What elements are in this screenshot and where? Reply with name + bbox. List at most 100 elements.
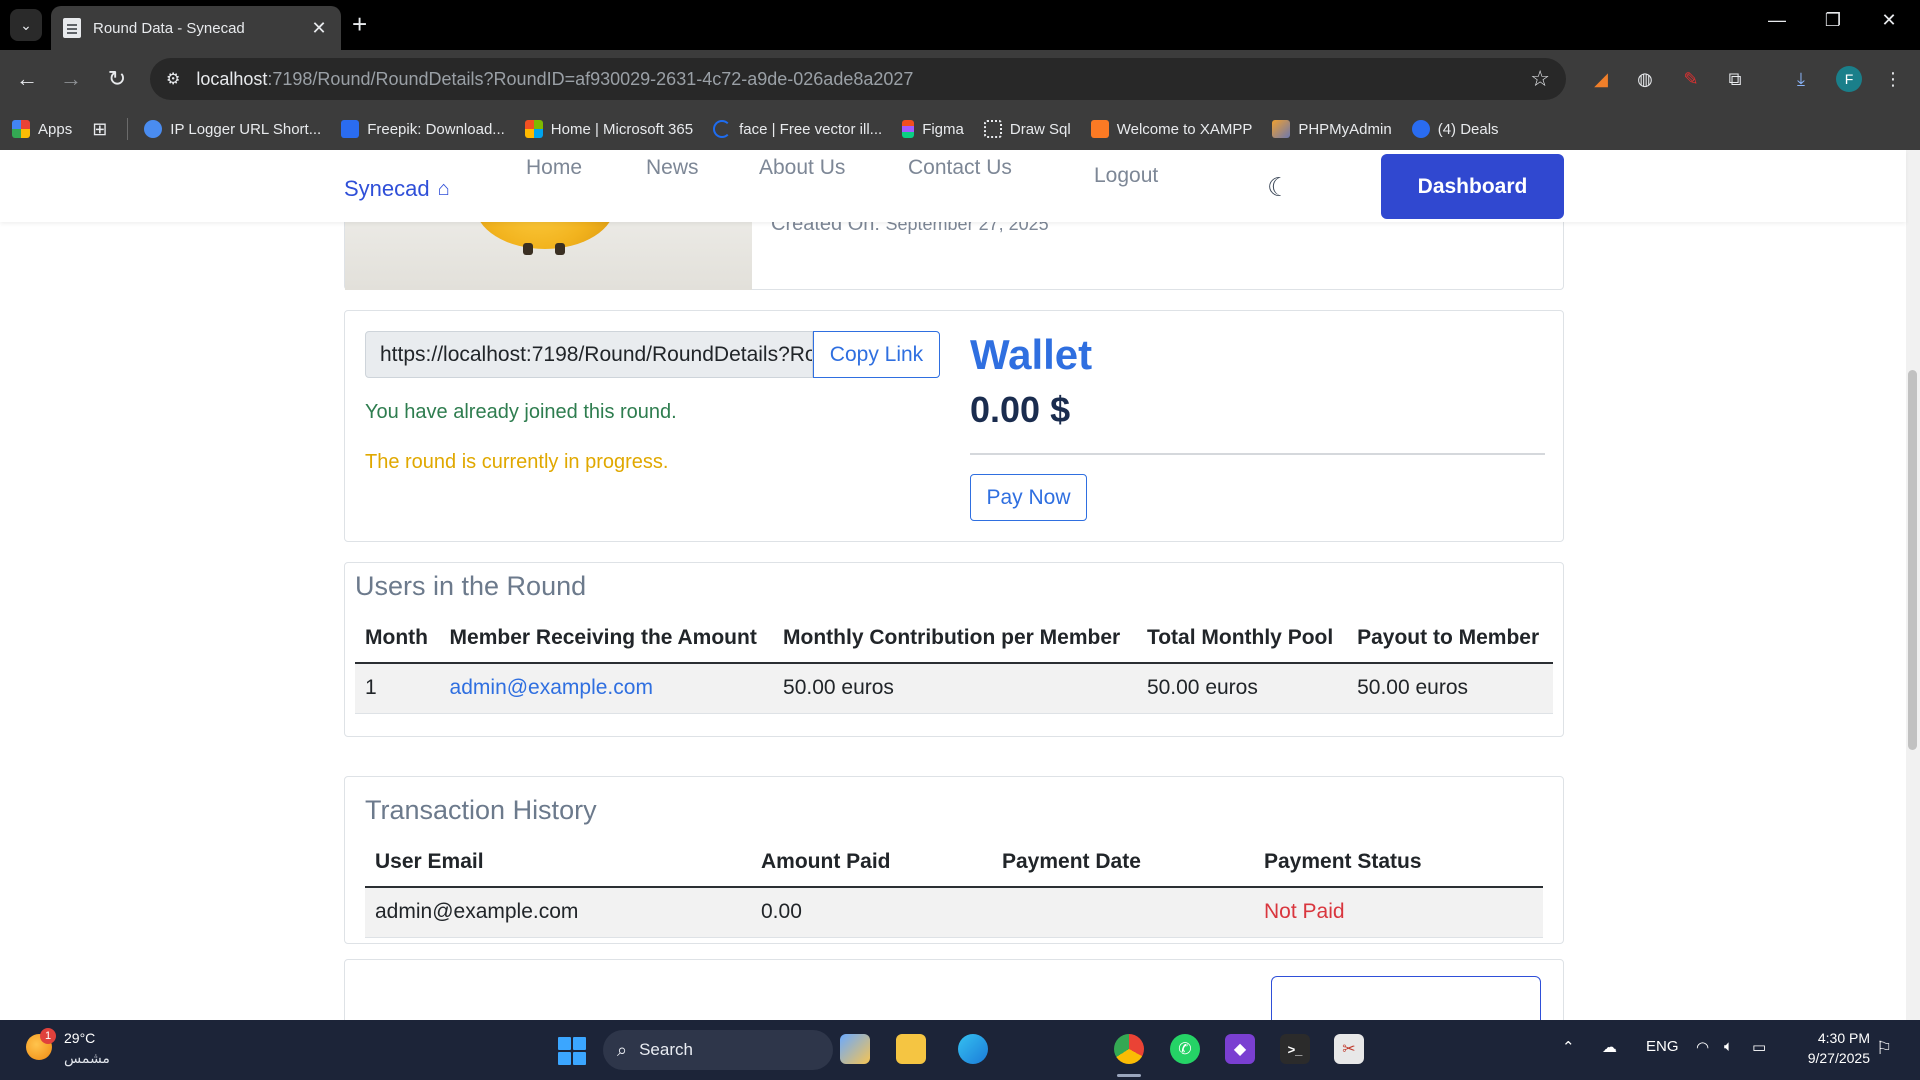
bookmark-phpmyadmin[interactable]: PHPMyAdmin bbox=[1272, 120, 1392, 138]
logout-link[interactable]: Logout bbox=[1094, 164, 1158, 188]
bookmark-figma[interactable]: Figma bbox=[902, 120, 964, 138]
bookmark-face-vector[interactable]: face | Free vector ill... bbox=[713, 120, 882, 138]
table-cell-contribution: 50.00 euros bbox=[773, 663, 1137, 714]
address-bar[interactable]: ⚙ localhost:7198/Round/RoundDetails?Roun… bbox=[150, 58, 1566, 100]
tray-overflow-chevron-icon[interactable]: ⌃ bbox=[1562, 1038, 1575, 1056]
column-header: Total Monthly Pool bbox=[1136, 613, 1348, 664]
site-info-icon[interactable]: ⚙ bbox=[166, 69, 180, 89]
next-section-button[interactable] bbox=[1271, 976, 1541, 1020]
site-header: Synecad ⌂ Home News About Us Contact Us … bbox=[0, 150, 1906, 222]
volume-icon[interactable]: 🔈︎ bbox=[1724, 1038, 1733, 1055]
phpmyadmin-sail-icon bbox=[1272, 120, 1291, 138]
page-scrollbar[interactable] bbox=[1906, 150, 1920, 1020]
extension-pen-icon[interactable]: ✎ bbox=[1678, 66, 1704, 92]
users-table-title: Users in the Round bbox=[355, 571, 587, 601]
close-tab-icon[interactable]: ✕ bbox=[309, 18, 329, 39]
users-table-header-row: Month Member Receiving the Amount Monthl… bbox=[355, 613, 1553, 664]
bookmark-apps[interactable]: Apps bbox=[12, 120, 72, 138]
file-explorer-icon[interactable] bbox=[896, 1034, 926, 1064]
terminal-icon[interactable]: >_ bbox=[1280, 1034, 1310, 1064]
bookmark-deals[interactable]: (4) Deals bbox=[1411, 120, 1499, 138]
loading-arc-icon bbox=[713, 120, 732, 138]
member-email-link[interactable]: admin@example.com bbox=[439, 663, 774, 714]
bookmark-freepik[interactable]: Freepik: Download... bbox=[341, 120, 505, 138]
whatsapp-icon[interactable]: ✆ bbox=[1170, 1034, 1200, 1064]
extensions-puzzle-icon[interactable]: ⧉ bbox=[1722, 66, 1748, 92]
bookmark-star-icon[interactable]: ☆ bbox=[1530, 66, 1550, 92]
extension-megaphone-icon[interactable]: ◢ bbox=[1588, 66, 1614, 92]
column-header: Payout to Member bbox=[1347, 613, 1553, 664]
nav-news[interactable]: News bbox=[646, 156, 699, 180]
copy-link-button[interactable]: Copy Link bbox=[813, 331, 940, 378]
chrome-browser-icon[interactable] bbox=[1114, 1034, 1144, 1064]
table-cell-month: 1 bbox=[355, 663, 440, 714]
tab-search-chevron-icon[interactable]: ⌄ bbox=[10, 9, 42, 41]
onedrive-cloud-icon[interactable]: ☁ bbox=[1602, 1038, 1617, 1056]
bookmarks-bar: Apps ⊞ IP Logger URL Short... Freepik: D… bbox=[0, 108, 1920, 150]
egg-foot-right bbox=[555, 243, 565, 255]
deals-badge-icon bbox=[1411, 120, 1430, 138]
new-tab-plus-icon[interactable]: + bbox=[352, 10, 367, 38]
column-header: Monthly Contribution per Member bbox=[773, 613, 1137, 664]
table-row: admin@example.com 0.00 Not Paid bbox=[365, 887, 1543, 938]
url-host: localhost bbox=[196, 68, 268, 89]
nav-home[interactable]: Home bbox=[526, 156, 582, 180]
browser-tab-active[interactable]: Round Data - Synecad ✕ bbox=[51, 6, 341, 50]
bookmark-draw-sql[interactable]: Draw Sql bbox=[983, 120, 1071, 138]
column-header: Member Receiving the Amount bbox=[439, 613, 774, 664]
brand-logo[interactable]: Synecad ⌂ bbox=[344, 176, 450, 202]
browser-menu-icon[interactable]: ⋮ bbox=[1880, 66, 1906, 92]
wifi-icon[interactable]: ◠ bbox=[1696, 1038, 1709, 1056]
clock-time[interactable]: 4:30 PM bbox=[1810, 1030, 1870, 1046]
invite-link-group: https://localhost:7198/Round/RoundDetail… bbox=[365, 331, 940, 378]
downloads-icon[interactable]: ⤓ bbox=[1788, 66, 1814, 92]
battery-icon[interactable]: ▭ bbox=[1752, 1038, 1766, 1056]
weather-notification-badge: 1 bbox=[40, 1028, 56, 1044]
bookmark-grid-shortcut[interactable]: ⊞ bbox=[92, 119, 107, 140]
draw-sql-icon bbox=[983, 120, 1002, 138]
microsoft-logo-icon bbox=[524, 120, 543, 138]
transaction-table: User Email Amount Paid Payment Date Paym… bbox=[365, 837, 1543, 938]
minimize-window-icon[interactable]: — bbox=[1762, 10, 1792, 31]
dark-mode-moon-icon[interactable]: ☾ bbox=[1267, 172, 1290, 203]
language-indicator[interactable]: ENG bbox=[1646, 1038, 1679, 1055]
visual-studio-icon[interactable]: ◆ bbox=[1225, 1034, 1255, 1064]
page-viewport: Synecad ⌂ Home News About Us Contact Us … bbox=[0, 150, 1920, 1020]
next-section-card bbox=[344, 959, 1564, 1020]
snipping-tool-icon[interactable]: ✂ bbox=[1334, 1034, 1364, 1064]
bookmark-ip-logger[interactable]: IP Logger URL Short... bbox=[144, 120, 321, 138]
table-cell-amount: 0.00 bbox=[751, 887, 992, 938]
url-path: :7198/Round/RoundDetails?RoundID=af93002… bbox=[267, 68, 914, 89]
clock-date[interactable]: 9/27/2025 bbox=[1796, 1050, 1870, 1066]
scrollbar-thumb[interactable] bbox=[1908, 370, 1917, 750]
dashboard-button[interactable]: Dashboard bbox=[1381, 154, 1564, 219]
bookmark-xampp[interactable]: Welcome to XAMPP bbox=[1090, 120, 1252, 138]
invite-link-input[interactable]: https://localhost:7198/Round/RoundDetail… bbox=[365, 331, 813, 378]
taskbar-widget-icon[interactable] bbox=[840, 1034, 870, 1064]
joined-message: You have already joined this round. bbox=[365, 401, 677, 423]
back-arrow-icon[interactable]: ← bbox=[12, 64, 42, 94]
table-cell-payout: 50.00 euros bbox=[1347, 663, 1553, 714]
tab-title: Round Data - Synecad bbox=[93, 19, 245, 37]
bookmark-microsoft-365[interactable]: Home | Microsoft 365 bbox=[524, 120, 693, 138]
notifications-bell-icon[interactable]: ⚐ bbox=[1876, 1038, 1892, 1059]
search-icon: ⌕ bbox=[617, 1039, 628, 1060]
taskbar-search[interactable]: ⌕ Search bbox=[603, 1030, 833, 1070]
windows-taskbar: 1 29°C مشمس ⌕ Search ✆ ◆ >_ ✂ ⌃ ☁ ENG ◠ … bbox=[0, 1020, 1920, 1080]
forward-arrow-icon[interactable]: → bbox=[56, 64, 86, 94]
nav-contact-us[interactable]: Contact Us bbox=[908, 156, 1012, 180]
windows-start-icon[interactable] bbox=[558, 1037, 586, 1065]
restore-window-icon[interactable]: ❐ bbox=[1818, 10, 1848, 31]
column-header: Payment Status bbox=[1254, 837, 1543, 888]
profile-avatar[interactable]: F bbox=[1836, 66, 1862, 92]
page-favicon-icon bbox=[63, 18, 81, 38]
column-header: Month bbox=[355, 613, 440, 664]
pay-now-button[interactable]: Pay Now bbox=[970, 474, 1087, 521]
close-window-icon[interactable]: ✕ bbox=[1874, 10, 1904, 31]
nav-about-us[interactable]: About Us bbox=[759, 156, 845, 180]
weather-temperature[interactable]: 29°C bbox=[64, 1030, 95, 1046]
wallet-divider bbox=[970, 453, 1545, 455]
edge-browser-icon[interactable] bbox=[958, 1034, 988, 1064]
extension-globe-icon[interactable]: ◍ bbox=[1632, 66, 1658, 92]
reload-icon[interactable]: ↻ bbox=[102, 64, 132, 94]
